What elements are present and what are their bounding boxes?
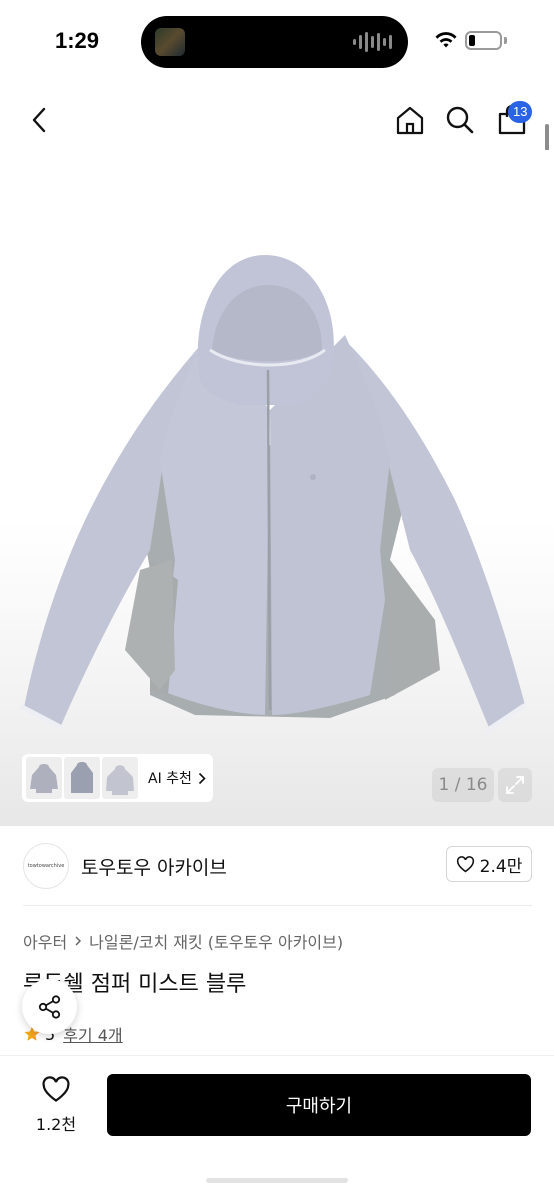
expand-icon — [506, 776, 524, 794]
jacket-thumbnail-icon — [106, 765, 134, 795]
top-nav — [0, 92, 554, 152]
heart-icon — [456, 855, 474, 872]
battery-icon — [465, 31, 502, 50]
search-button[interactable] — [442, 102, 478, 138]
home-icon — [396, 106, 424, 135]
jacket-image — [19, 255, 527, 733]
battery-level — [469, 35, 475, 46]
status-bar: 1:29 — [0, 0, 554, 84]
search-icon — [446, 106, 474, 134]
chevron-right-icon — [75, 936, 82, 946]
status-time: 1:29 — [55, 28, 100, 53]
wishlist-count: 1.2천 — [35, 1115, 77, 1134]
thumbnail-item[interactable] — [26, 757, 62, 799]
jacket-thumbnail-icon — [71, 762, 93, 793]
bottom-action-bar: 1.2천 구매하기 — [0, 1055, 554, 1200]
ai-recommend-label: AI 추천 — [148, 771, 192, 787]
ai-recommend-button[interactable]: AI 추천 — [148, 768, 206, 788]
cart-count-badge: 13 — [508, 101, 533, 123]
shop-name[interactable]: 토우토우 아카이브 — [81, 853, 227, 880]
breadcrumb-subcategory[interactable]: 나일론/코치 재킷 (토우토우 아카이브) — [89, 929, 343, 953]
battery-cap — [504, 37, 507, 44]
shop-info-row: towtowarchive 토우토우 아카이브 2.4만 — [0, 826, 554, 906]
thumbnail-item[interactable] — [102, 757, 138, 799]
home-indicator — [206, 1178, 348, 1183]
dynamic-island — [141, 16, 408, 68]
reviews-link[interactable]: 후기 4개 — [63, 1022, 122, 1046]
section-divider — [23, 905, 532, 906]
product-image-gallery[interactable] — [0, 150, 554, 826]
buy-button[interactable]: 구매하기 — [107, 1074, 531, 1136]
home-button[interactable] — [392, 102, 428, 138]
heart-icon — [42, 1076, 70, 1102]
chevron-right-icon — [198, 772, 206, 784]
expand-image-button[interactable] — [498, 768, 532, 802]
share-icon — [38, 994, 60, 1019]
now-playing-artwork — [155, 28, 185, 56]
wifi-icon — [435, 32, 457, 48]
shop-like-count: 2.4만 — [479, 856, 523, 877]
shop-like-button[interactable]: 2.4만 — [446, 846, 532, 882]
breadcrumb-category[interactable]: 아우터 — [23, 929, 67, 953]
share-button[interactable] — [22, 979, 77, 1034]
image-page-counter: 1 / 16 — [432, 768, 494, 802]
audio-waveform-icon — [353, 31, 392, 53]
back-button[interactable] — [22, 102, 58, 138]
jacket-thumbnail-icon — [30, 764, 58, 793]
thumbnail-item[interactable] — [64, 757, 100, 799]
shop-avatar[interactable]: towtowarchive — [23, 843, 69, 889]
thumbnail-strip[interactable]: AI 추천 — [22, 754, 213, 802]
chevron-left-icon — [32, 107, 46, 133]
wishlist-button[interactable]: 1.2천 — [28, 1076, 84, 1135]
breadcrumb: 아우터 나일론/코치 재킷 (토우토우 아카이브) — [23, 929, 343, 953]
